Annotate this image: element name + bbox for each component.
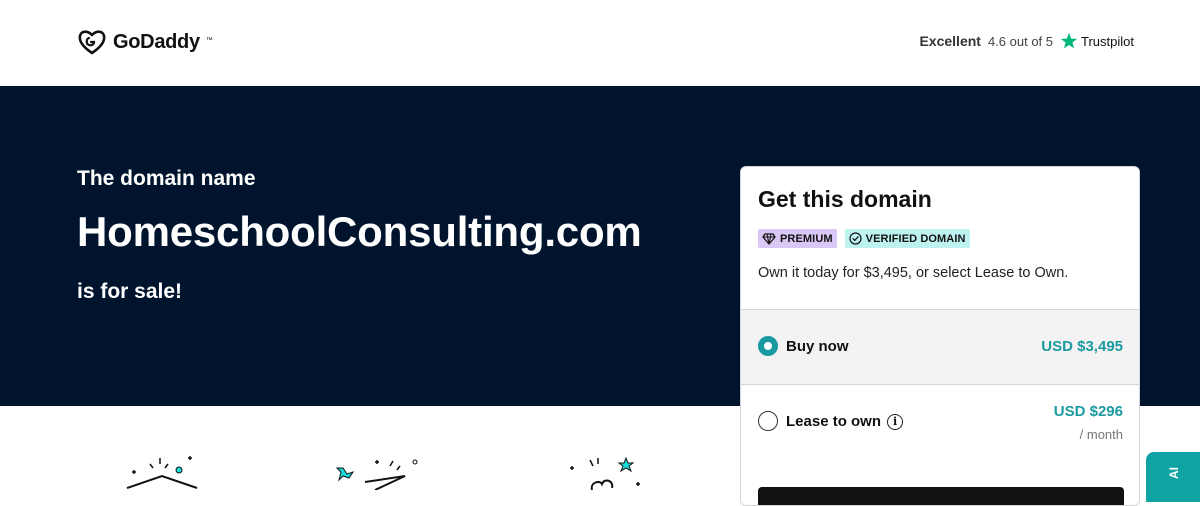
lease-price: USD $296 [1053, 403, 1123, 420]
buy-now-option[interactable]: Buy now USD $3,495 [741, 309, 1139, 384]
godaddy-logo[interactable]: GoDaddy ™ [77, 29, 213, 55]
premium-badge: PREMIUM [758, 229, 837, 248]
lease-to-own-option[interactable]: Lease to own i USD $296 / month [741, 384, 1139, 464]
trademark-mark: ™ [205, 36, 213, 44]
lease-to-own-label-wrap: Lease to own i [786, 413, 904, 430]
lease-to-own-label: Lease to own [786, 413, 882, 430]
rating-score: 4.6 out of 5 [987, 33, 1054, 49]
trustpilot-star-icon [1060, 32, 1078, 49]
cloud-stars-illustration [570, 456, 640, 490]
celebration-illustration [126, 456, 198, 489]
buy-now-label: Buy now [786, 338, 849, 355]
verified-badge: VERIFIED DOMAIN [844, 229, 970, 248]
trustpilot-name: Trustpilot [1081, 33, 1134, 49]
check-circle-icon [849, 232, 862, 245]
lease-to-own-radio[interactable] [758, 411, 778, 431]
premium-badge-label: PREMIUM [780, 232, 833, 245]
card-title: Get this domain [758, 186, 932, 212]
info-icon[interactable]: i [887, 413, 904, 430]
paper-plane-illustration [335, 459, 418, 490]
buy-now-price: USD $3,495 [1041, 338, 1123, 355]
ai-chat-label: AI [1167, 467, 1181, 479]
logo-text: GoDaddy [113, 30, 200, 53]
verified-badge-label: VERIFIED DOMAIN [865, 232, 966, 245]
diamond-icon [762, 232, 776, 245]
domain-name-heading: HomeschoolConsulting.com [77, 208, 642, 255]
lease-period: / month [1079, 427, 1123, 442]
badge-row: PREMIUM VERIFIED DOMAIN [758, 229, 970, 248]
for-sale-text: is for sale! [77, 280, 183, 303]
hero-intro: The domain name [77, 167, 256, 190]
purchase-button[interactable] [758, 487, 1124, 505]
buy-now-radio[interactable] [758, 336, 778, 356]
trustpilot-rating[interactable]: Excellent 4.6 out of 5 Trustpilot [919, 32, 1134, 50]
price-description: Own it today for $3,495, or select Lease… [758, 265, 1069, 281]
purchase-card: Get this domain PREMIUM VERIFIED DOMAIN … [740, 166, 1140, 506]
site-header: GoDaddy ™ Excellent 4.6 out of 5 Trustpil… [0, 0, 1200, 86]
ai-chat-tab[interactable]: AI [1146, 452, 1200, 502]
rating-word: Excellent [919, 33, 981, 49]
godaddy-logo-icon [78, 30, 106, 55]
